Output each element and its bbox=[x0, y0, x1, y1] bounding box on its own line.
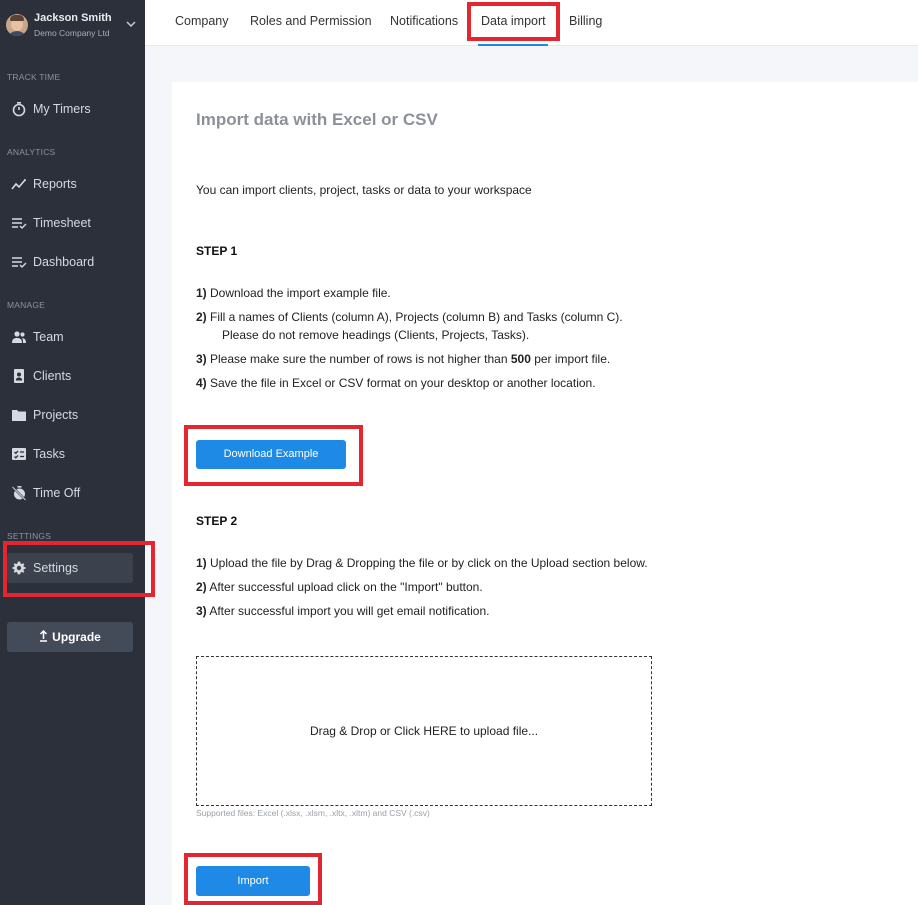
upload-arrow-icon bbox=[40, 629, 48, 642]
step1-line-2-note: Please do not remove headings (Clients, … bbox=[222, 328, 530, 342]
tab-roles-and-permission[interactable]: Roles and Permission bbox=[250, 14, 372, 28]
sidebar-item-clients[interactable]: Clients bbox=[7, 362, 133, 390]
page-title: Import data with Excel or CSV bbox=[196, 110, 438, 129]
contact-card-icon bbox=[14, 369, 24, 383]
timer-off-icon bbox=[11, 486, 27, 501]
highlight-box-data-import-tab bbox=[467, 2, 560, 41]
user-company: Demo Company Ltd bbox=[34, 28, 110, 38]
sidebar-item-label: Reports bbox=[33, 177, 77, 191]
sidebar-item-label: Tasks bbox=[33, 447, 65, 461]
sidebar-item-projects[interactable]: Projects bbox=[7, 401, 133, 429]
highlight-box-settings-item bbox=[3, 541, 155, 597]
step1-line-4: 4) Save the file in Excel or CSV format … bbox=[196, 376, 596, 390]
tab-company[interactable]: Company bbox=[175, 14, 229, 28]
section-label-analytics: ANALYTICS bbox=[7, 147, 56, 157]
sidebar-item-my-timers[interactable]: My Timers bbox=[7, 95, 133, 123]
section-label-manage: MANAGE bbox=[7, 300, 46, 310]
step1-heading: STEP 1 bbox=[196, 244, 238, 258]
avatar bbox=[6, 14, 28, 36]
step2-line-1: 1) Upload the file by Drag & Dropping th… bbox=[196, 556, 648, 570]
sidebar-item-label: Timesheet bbox=[33, 216, 91, 230]
step1-line-3: 3) Please make sure the number of rows i… bbox=[196, 352, 611, 366]
tab-notifications[interactable]: Notifications bbox=[390, 14, 458, 28]
stopwatch-icon bbox=[12, 102, 26, 117]
sidebar-item-tasks[interactable]: Tasks bbox=[7, 440, 133, 468]
sidebar-item-dashboard[interactable]: Dashboard bbox=[7, 248, 133, 276]
folder-icon bbox=[12, 410, 26, 421]
sidebar-item-label: Dashboard bbox=[33, 255, 95, 269]
upgrade-button[interactable]: Upgrade bbox=[7, 622, 133, 652]
sidebar-item-label: Projects bbox=[33, 408, 79, 422]
step2-line-3: 3) After successful import you will get … bbox=[196, 604, 490, 618]
tasks-icon bbox=[12, 448, 26, 460]
chevron-down-icon[interactable] bbox=[126, 19, 136, 29]
highlight-box-download-button bbox=[184, 425, 363, 486]
upload-dropzone[interactable]: Drag & Drop or Click HERE to upload file… bbox=[196, 656, 652, 806]
step2-heading: STEP 2 bbox=[196, 514, 238, 528]
active-tab-indicator bbox=[478, 44, 548, 46]
step1-line-2: 2) Fill a names of Clients (column A), P… bbox=[196, 310, 623, 324]
people-icon bbox=[12, 331, 26, 343]
step2-line-2: 2) After successful upload click on the … bbox=[196, 580, 483, 594]
list-check-icon bbox=[12, 218, 27, 229]
sidebar-item-label: My Timers bbox=[33, 102, 91, 116]
section-label-settings: SETTINGS bbox=[7, 531, 52, 541]
sidebar-item-label: Time Off bbox=[33, 486, 81, 500]
step1-line-1: 1) Download the import example file. bbox=[196, 286, 391, 300]
sidebar-item-label: Team bbox=[33, 330, 64, 344]
sidebar-item-reports[interactable]: Reports bbox=[7, 170, 133, 198]
sidebar-item-time-off[interactable]: Time Off bbox=[7, 479, 133, 507]
highlight-box-import-button bbox=[184, 853, 322, 905]
sidebar-item-label: Clients bbox=[33, 369, 72, 383]
section-label-track-time: TRACK TIME bbox=[7, 72, 61, 82]
sidebar-item-timesheet[interactable]: Timesheet bbox=[7, 209, 133, 237]
tab-billing[interactable]: Billing bbox=[569, 14, 602, 28]
supported-files-note: Supported files: Excel (.xlsx, .xlsm, .x… bbox=[196, 808, 430, 818]
sidebar: Jackson Smith Demo Company Ltd TRACK TIM… bbox=[0, 0, 145, 905]
user-name: Jackson Smith bbox=[34, 12, 112, 24]
dropzone-text: Drag & Drop or Click HERE to upload file… bbox=[309, 724, 539, 738]
sidebar-item-team[interactable]: Team bbox=[7, 323, 133, 351]
upgrade-label: Upgrade bbox=[52, 630, 101, 644]
list-check-icon bbox=[12, 257, 27, 268]
user-menu[interactable]: Jackson Smith Demo Company Ltd bbox=[0, 0, 145, 46]
intro-text: You can import clients, project, tasks o… bbox=[196, 183, 532, 197]
trend-line-icon bbox=[11, 179, 26, 190]
